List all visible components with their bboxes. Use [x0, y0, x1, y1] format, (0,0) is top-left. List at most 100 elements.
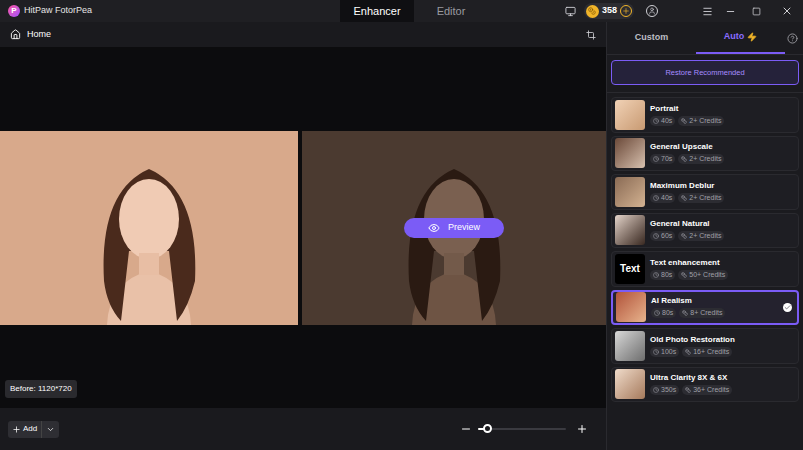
model-thumbnail	[616, 292, 646, 322]
model-credits: 2+ Credits	[678, 116, 724, 126]
model-item[interactable]: Old Photo Restoration 100s16+ Credits	[611, 328, 799, 364]
model-thumbnail	[615, 100, 645, 130]
logo-icon: P	[8, 5, 20, 17]
title-actions: 358	[565, 3, 803, 19]
model-time: 60s	[650, 231, 675, 241]
plus-icon	[12, 425, 21, 434]
restore-button[interactable]: Restore Recommended	[611, 60, 799, 85]
crop-icon[interactable]	[586, 30, 596, 40]
mode-tab[interactable]: Enhancer	[340, 0, 414, 22]
model-time: 40s	[650, 193, 675, 203]
clock-icon	[653, 118, 659, 124]
model-thumbnail	[615, 138, 645, 168]
model-thumbnail	[615, 331, 645, 361]
menu-icon[interactable]	[702, 6, 713, 17]
model-item[interactable]: Portrait 40s2+ Credits	[611, 97, 799, 133]
model-name: Ultra Clarity 8X & 6X	[650, 373, 795, 383]
clock-icon	[654, 310, 660, 316]
toolbar: Home	[0, 22, 606, 47]
mode-tab[interactable]: Editor	[414, 0, 488, 22]
minimize-icon[interactable]	[725, 6, 736, 17]
lightning-icon	[747, 32, 757, 42]
model-time: 80s	[651, 308, 676, 318]
close-icon[interactable]	[781, 5, 793, 17]
app-brand: P HitPaw FotorPea	[0, 4, 340, 18]
coin-icon	[586, 5, 599, 18]
zoom-in-icon[interactable]	[576, 423, 588, 435]
screen-icon[interactable]	[565, 6, 576, 17]
eye-icon	[428, 222, 440, 234]
model-credits: 2+ Credits	[678, 154, 724, 164]
clock-icon	[653, 195, 659, 201]
model-credits: 2+ Credits	[678, 193, 724, 203]
before-image	[0, 131, 298, 325]
credit-icon	[681, 233, 687, 239]
model-name: General Natural	[650, 219, 795, 229]
credit-icon	[685, 387, 691, 393]
clock-icon	[653, 272, 659, 278]
credit-icon	[681, 156, 687, 162]
before-pane	[0, 47, 298, 408]
credit-icon	[681, 118, 687, 124]
model-name: Portrait	[650, 104, 795, 114]
model-item[interactable]: General Natural 60s2+ Credits	[611, 213, 799, 249]
preview-button[interactable]: Preview	[404, 218, 504, 238]
after-image: Preview	[302, 131, 606, 325]
model-name: Maximum Deblur	[650, 181, 795, 191]
model-time: 40s	[650, 116, 675, 126]
clock-icon	[653, 349, 659, 355]
zoom-control	[460, 423, 598, 435]
panel-tab[interactable]: Custom	[607, 22, 696, 54]
clock-icon	[653, 156, 659, 162]
canvas: Preview Before: 1120*720	[0, 47, 606, 408]
model-time: 100s	[650, 347, 679, 357]
model-credits: 36+ Credits	[682, 385, 732, 395]
zoom-out-icon[interactable]	[460, 423, 472, 435]
coin-badge[interactable]: 358	[584, 3, 634, 19]
model-credits: 2+ Credits	[678, 231, 724, 241]
user-icon[interactable]	[646, 5, 658, 17]
panel-tab[interactable]: Auto	[696, 22, 785, 54]
selected-check-icon	[783, 303, 792, 312]
model-item[interactable]: TextText enhancement80s50+ Credits	[611, 251, 799, 287]
zoom-knob[interactable]	[483, 424, 492, 433]
model-item[interactable]: Maximum Deblur 40s2+ Credits	[611, 174, 799, 210]
model-credits: 50+ Credits	[678, 270, 728, 280]
model-item[interactable]: Ultra Clarity 8X & 6X 350s36+ Credits	[611, 367, 799, 403]
app-window: P HitPaw FotorPea EnhancerEditor 358 Home Pre…	[0, 0, 803, 450]
portrait-figure	[49, 131, 249, 325]
model-name: General Upscale	[650, 142, 795, 152]
credit-icon	[682, 310, 688, 316]
maximize-icon[interactable]	[752, 7, 761, 16]
model-item[interactable]: AI Realism 80s8+ Credits	[611, 290, 799, 326]
after-pane: Preview	[302, 47, 606, 408]
panel-tabs: CustomAuto	[607, 22, 803, 55]
app-title: HitPaw FotorPea	[24, 4, 92, 18]
model-name: AI Realism	[651, 296, 778, 306]
model-thumbnail	[615, 369, 645, 399]
add-button[interactable]: Add	[8, 421, 59, 438]
model-time: 70s	[650, 154, 675, 164]
model-credits: 8+ Credits	[679, 308, 725, 318]
help-icon[interactable]	[787, 33, 798, 44]
home-button[interactable]: Home	[10, 28, 51, 42]
clock-icon	[653, 233, 659, 239]
add-coins-icon[interactable]	[620, 5, 632, 17]
before-label: Before: 1120*720	[5, 380, 77, 398]
model-name: Old Photo Restoration	[650, 335, 795, 345]
home-icon	[10, 29, 21, 40]
model-time: 350s	[650, 385, 679, 395]
bottom-bar: Add	[0, 408, 606, 450]
model-thumbnail	[615, 177, 645, 207]
model-credits: 16+ Credits	[682, 347, 732, 357]
workspace: Home Preview Before: 1120*720 Add CustomAuto…	[0, 22, 803, 450]
mode-tabs: EnhancerEditor	[340, 0, 488, 22]
model-item[interactable]: General Upscale 70s2+ Credits	[611, 136, 799, 172]
model-thumbnail: Text	[615, 254, 645, 284]
add-dropdown[interactable]	[41, 421, 59, 438]
zoom-slider[interactable]	[478, 428, 566, 430]
chevron-down-icon	[46, 425, 55, 434]
model-name: Text enhancement	[650, 258, 795, 268]
model-thumbnail	[615, 215, 645, 245]
model-list: Portrait40s2+ CreditsGeneral Upscale70s2…	[607, 93, 803, 402]
